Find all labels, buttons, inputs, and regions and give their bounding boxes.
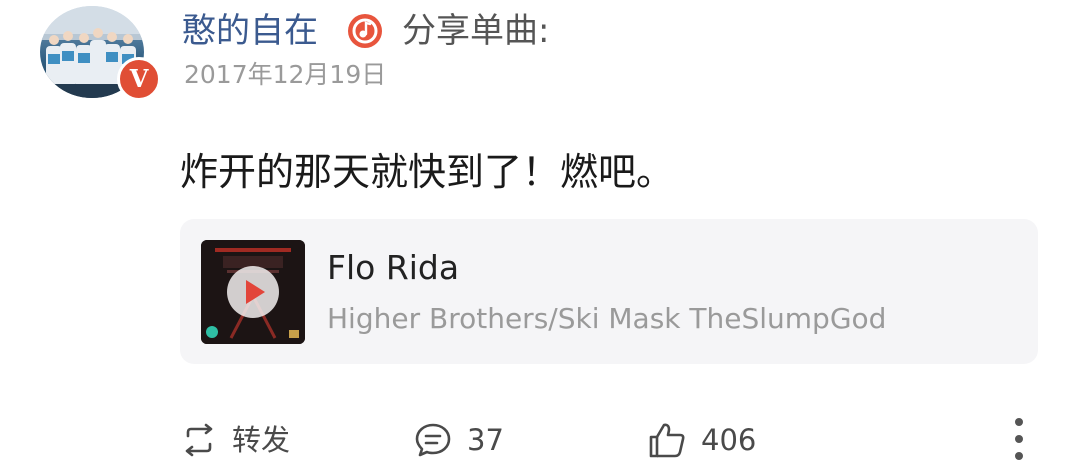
post-text: 炸开的那天就快到了！燃吧。 bbox=[180, 150, 675, 194]
post-date: 2017年12月19日 bbox=[184, 60, 387, 89]
repost-icon bbox=[185, 423, 213, 457]
song-title: Flo Rida bbox=[327, 248, 460, 287]
repost-label: 转发 bbox=[232, 423, 291, 457]
music-card[interactable]: Flo Rida Higher Brothers/Ski Mask TheSlu… bbox=[180, 219, 1038, 364]
repost-button[interactable]: 转发 bbox=[180, 418, 290, 462]
album-cover[interactable] bbox=[201, 240, 305, 344]
more-vertical-icon[interactable] bbox=[1006, 414, 1032, 464]
verified-badge: V bbox=[117, 57, 161, 101]
comment-button[interactable]: 37 bbox=[413, 418, 504, 462]
thumbs-up-icon bbox=[649, 423, 685, 458]
comment-count: 37 bbox=[467, 423, 504, 457]
author-name[interactable]: 憨的自在 bbox=[182, 8, 318, 54]
music-note-icon bbox=[348, 14, 382, 48]
comment-icon bbox=[415, 423, 451, 457]
like-button[interactable]: 406 bbox=[647, 418, 756, 462]
like-count: 406 bbox=[701, 423, 757, 457]
share-song-label: 分享单曲: bbox=[402, 11, 550, 51]
song-artist: Higher Brothers/Ski Mask TheSlumpGod bbox=[327, 302, 887, 335]
